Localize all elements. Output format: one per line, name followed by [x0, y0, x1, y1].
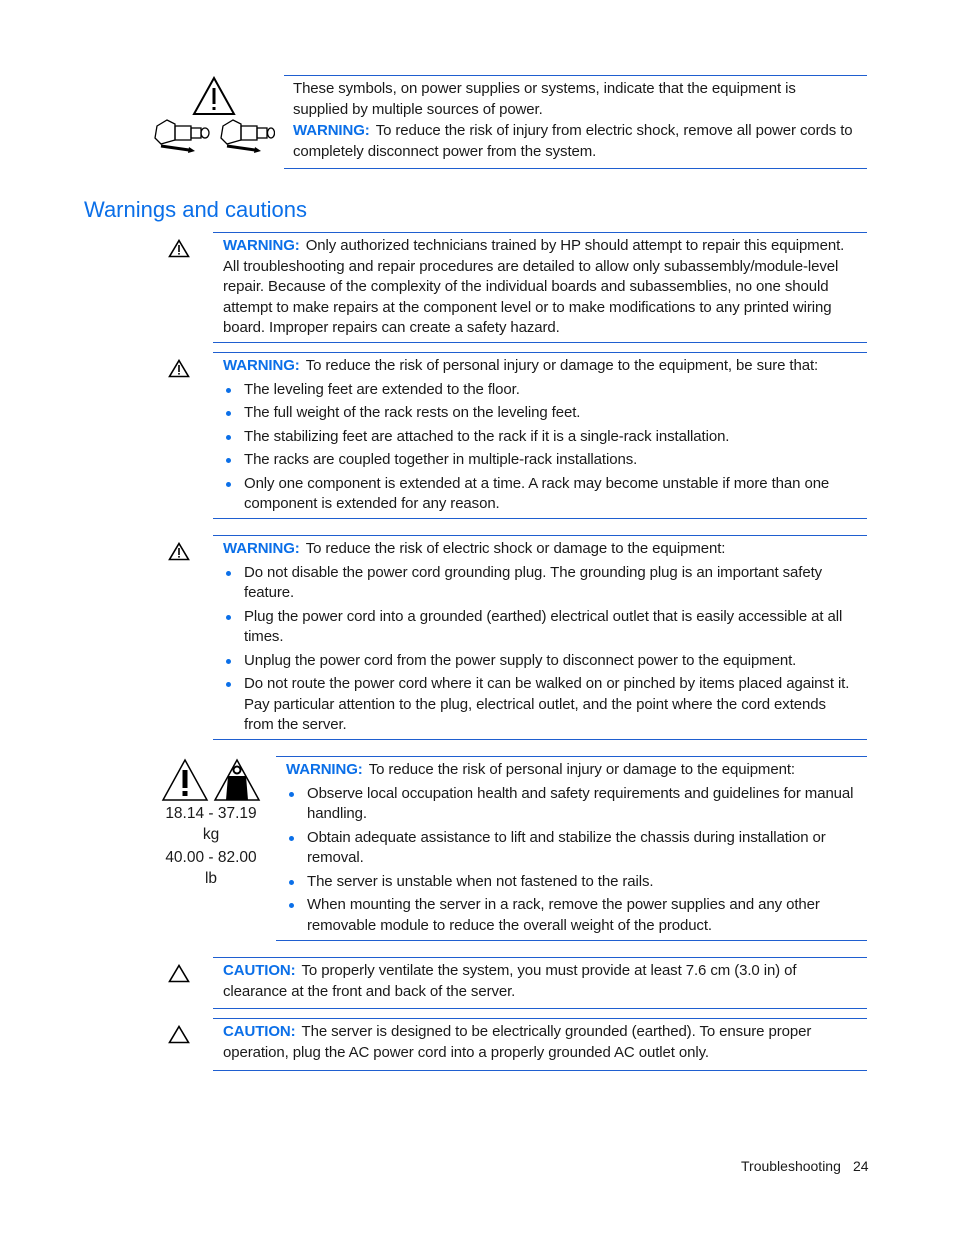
list-item: The leveling feet are extended to the fl… [223, 380, 863, 401]
notice-3-bottom-rule [213, 739, 867, 740]
caution-1-body: CAUTION: To properly ventilate the system… [223, 961, 853, 1002]
warning-triangle-icon [168, 358, 190, 382]
notice-3-top-rule [213, 535, 867, 536]
list-item: The racks are coupled together in multip… [223, 450, 863, 471]
caution-1-top-rule [213, 957, 867, 958]
top-note-top-rule [284, 75, 867, 76]
list-item: The full weight of the rack rests on the… [223, 403, 863, 424]
warning-triangle-icon [168, 541, 190, 565]
caution-triangle-icon [168, 1024, 190, 1048]
list-item: Plug the power cord into a grounded (ear… [223, 607, 859, 648]
notice-2-top-rule [213, 352, 867, 353]
notice-4-body: WARNING: To reduce the risk of personal i… [286, 760, 858, 936]
top-note-description: These symbols, on power supplies or syst… [293, 80, 796, 118]
list-item: The stabilizing feet are attached to the… [223, 427, 863, 448]
notice-text: To properly ventilate the system, you mu… [223, 962, 797, 1000]
warning-label: WARNING: [223, 237, 300, 254]
warning-label: WARNING: [293, 122, 370, 139]
weight-kg-value: 18.14 - 37.19 [165, 805, 257, 822]
notice-1-bottom-rule [213, 342, 867, 343]
caution-1-bottom-rule [213, 1008, 867, 1009]
warning-label: WARNING: [223, 540, 300, 557]
warning-label: WARNING: [223, 357, 300, 374]
heavy-weight-warning-icon [160, 758, 262, 806]
section-heading: Warnings and cautions [84, 197, 307, 222]
notice-text: Only authorized technicians trained by H… [223, 237, 845, 336]
notice-4-bullets: Observe local occupation health and safe… [286, 784, 858, 937]
weight-lb-value: 40.00 - 82.00 [165, 849, 257, 866]
weight-lb-unit: lb [204, 870, 218, 887]
notice-1-body: WARNING: Only authorized technicians trai… [223, 236, 859, 339]
notice-text: To reduce the risk of electric shock or … [305, 540, 726, 557]
list-item: Unplug the power cord from the power sup… [223, 651, 859, 672]
footer-section-name: Troubleshooting [741, 1158, 841, 1174]
notice-4-bottom-rule [276, 940, 867, 941]
list-item: Do not disable the power cord grounding … [223, 563, 859, 604]
caution-label: CAUTION: [223, 962, 296, 979]
top-note-warning: WARNING: To reduce the risk of injury fro… [293, 121, 863, 162]
warning-label: WARNING: [286, 761, 363, 778]
notice-text: To reduce the risk of personal injury or… [305, 357, 819, 374]
caution-2-body: CAUTION: The server is designed to be ele… [223, 1022, 853, 1063]
notice-1-top-rule [213, 232, 867, 233]
caution-label: CAUTION: [223, 1023, 296, 1040]
notice-2-bottom-rule [213, 518, 867, 519]
caution-triangle-icon [168, 963, 190, 987]
caution-2-top-rule [213, 1018, 867, 1019]
warning-text: To reduce the risk of injury from electr… [293, 122, 853, 160]
notice-4-top-rule [276, 756, 867, 757]
notice-2-bullets: The leveling feet are extended to the fl… [223, 380, 863, 515]
caution-2-bottom-rule [213, 1070, 867, 1071]
page-number: 24 [853, 1158, 869, 1174]
notice-2-body: WARNING: To reduce the risk of personal i… [223, 356, 863, 515]
notice-3-bullets: Do not disable the power cord grounding … [223, 563, 859, 736]
notice-text: The server is designed to be electricall… [223, 1023, 812, 1061]
list-item: When mounting the server in a rack, remo… [286, 895, 858, 936]
notice-3-body: WARNING: To reduce the risk of electric s… [223, 539, 859, 736]
list-item: Do not route the power cord where it can… [223, 674, 859, 736]
top-note-body: These symbols, on power supplies or syst… [293, 79, 863, 162]
notice-text: To reduce the risk of personal injury or… [368, 761, 795, 778]
list-item: Observe local occupation health and safe… [286, 784, 858, 825]
warning-triangle-icon [168, 238, 190, 262]
list-item: Only one component is extended at a time… [223, 474, 863, 515]
list-item: The server is unstable when not fastened… [286, 872, 858, 893]
multiple-power-sources-icon [153, 75, 276, 154]
top-note-bottom-rule [284, 168, 867, 169]
weight-kg-unit: kg [202, 826, 220, 843]
list-item: Obtain adequate assistance to lift and s… [286, 828, 858, 869]
